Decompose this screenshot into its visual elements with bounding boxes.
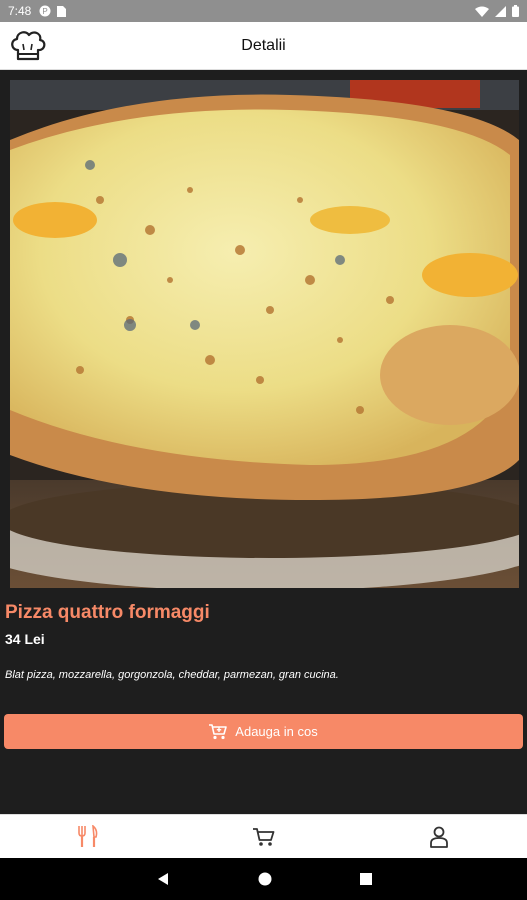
back-button[interactable] [156,872,170,886]
signal-icon [495,5,506,17]
status-time: 7:48 [8,4,32,18]
battery-icon [512,5,519,17]
add-to-cart-button[interactable]: Adauga in cos [4,714,523,749]
add-to-cart-label: Adauga in cos [235,724,318,739]
product-price: 34 Lei [5,631,45,647]
product-description: Blat pizza, mozzarella, gorgonzola, ched… [5,669,339,681]
back-icon [157,873,168,885]
system-nav-bar [0,858,527,900]
home-icon [258,872,271,886]
recents-button[interactable] [359,873,372,885]
product-image [10,80,519,588]
product-name: Pizza quattro formaggi [5,602,210,623]
notification-icon: P [39,5,51,17]
page-title: Detalii [241,37,286,54]
cart-icon [252,827,274,846]
sim-card-icon [57,5,67,17]
cart-icon [209,723,228,739]
utensils-icon [78,824,98,847]
recents-icon [359,873,372,885]
nav-tab-cart[interactable] [176,815,352,858]
bottom-nav [0,814,527,858]
home-button[interactable] [258,872,272,886]
wifi-icon [475,6,489,17]
status-bar: 7:48 P [0,0,527,22]
svg-text:P: P [43,7,48,16]
app-bar: Detalii [0,22,527,70]
product-details: Pizza quattro formaggi 34 Lei Blat pizza… [0,70,527,814]
nav-tab-menu[interactable] [0,815,176,858]
nav-tab-profile[interactable] [351,815,527,858]
user-icon [430,826,449,848]
